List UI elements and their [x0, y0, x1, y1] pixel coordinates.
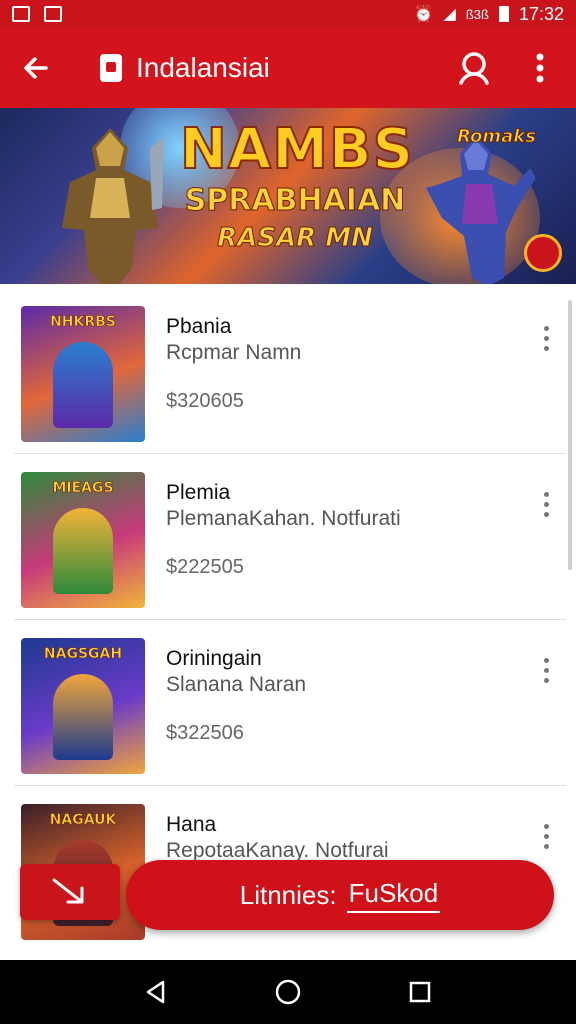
item-more-button[interactable]	[534, 318, 558, 358]
promo-banner[interactable]: NAMBS SPRABHAIAN RASAR MN Romaks	[0, 108, 576, 284]
dot	[543, 491, 549, 497]
gallery-notification-icon	[12, 6, 30, 22]
item-price: $222505	[166, 556, 244, 578]
item-more-button[interactable]	[534, 650, 558, 690]
thumbnail-character	[53, 674, 113, 760]
list-item[interactable]: MIEAGS Plemia PlemanaKahan. Notfurati $2…	[14, 454, 566, 620]
thumbnail-character	[53, 508, 113, 594]
item-thumbnail: NHKRBS	[21, 306, 145, 442]
dot	[543, 677, 549, 683]
thumbnail-title: NHKRBS	[50, 314, 116, 331]
nav-back-button[interactable]	[136, 972, 176, 1012]
item-more-button[interactable]	[534, 484, 558, 524]
share-button[interactable]	[20, 864, 120, 920]
item-thumbnail: NAGSGAH	[21, 638, 145, 774]
bottom-action-bar: Litnnies: FuSkod	[20, 860, 554, 932]
back-button[interactable]	[16, 48, 56, 88]
arrow-left-icon	[24, 57, 48, 79]
dot	[543, 833, 549, 839]
item-price: $320605	[166, 390, 244, 412]
mail-notification-icon	[44, 6, 62, 22]
clock: 17:32	[518, 3, 564, 24]
item-subtitle: Rcpmar Namn	[166, 341, 302, 364]
cta-label: Litnnies:	[239, 879, 337, 910]
system-nav-bar	[0, 960, 576, 1024]
banner-subtitle: SPRABHAIAN	[184, 183, 406, 219]
circle-home-icon	[275, 979, 301, 1005]
product-list: NHKRBS Pbania Rcpmar Namn $320605 MIEAGS…	[0, 288, 566, 952]
network-text: ß3ß	[465, 6, 489, 22]
item-more-button[interactable]	[534, 816, 558, 856]
title-group: Indalansiai	[100, 52, 270, 84]
item-thumbnail: MIEAGS	[21, 472, 145, 608]
search-button[interactable]	[454, 48, 494, 88]
list-item[interactable]: NAGSGAH Oriningain Slanana Naran $322506	[14, 620, 566, 786]
triangle-back-icon	[146, 980, 165, 1004]
app-logo-icon	[100, 54, 122, 82]
dot	[543, 667, 549, 673]
banner-tagline: RASAR MN	[217, 223, 374, 254]
page-title: Indalansiai	[136, 52, 270, 83]
app-bar: Indalansiai	[0, 28, 576, 108]
search-icon	[459, 52, 489, 85]
dot	[543, 657, 549, 663]
banner-title: NAMBS	[179, 117, 414, 183]
dot	[543, 511, 549, 517]
nav-recents-button[interactable]	[400, 972, 440, 1012]
banner-badge: Romaks	[457, 126, 537, 148]
signal-icon: ◢	[443, 6, 456, 23]
overflow-menu-button[interactable]	[520, 48, 560, 88]
thumbnail-character	[53, 342, 113, 428]
item-title: Plemia	[166, 481, 231, 504]
square-recents-icon	[409, 981, 431, 1003]
more-vertical-icon	[536, 53, 544, 83]
dot	[543, 823, 549, 829]
nav-home-button[interactable]	[268, 972, 308, 1012]
arrow-diagonal-icon	[52, 878, 84, 904]
alarm-icon: ⏰	[413, 6, 434, 23]
scrollbar[interactable]	[568, 300, 572, 570]
coin-icon	[524, 234, 562, 272]
item-price: $322506	[166, 722, 244, 744]
status-bar: ⏰ ◢ ß3ß 17:32	[0, 0, 576, 28]
item-subtitle: Slanana Naran	[166, 673, 307, 696]
dot	[543, 335, 549, 341]
item-subtitle: PlemanaKahan. Notfurati	[166, 507, 401, 530]
dot	[543, 325, 549, 331]
thumbnail-title: NAGSGAH	[43, 646, 123, 663]
primary-action-button[interactable]: Litnnies: FuSkod	[126, 860, 554, 930]
dot	[543, 345, 549, 351]
cta-value: FuSkod	[346, 878, 441, 913]
list-item[interactable]: NHKRBS Pbania Rcpmar Namn $320605	[14, 288, 566, 454]
item-title: Oriningain	[166, 647, 262, 670]
warrior-hero-image	[62, 128, 164, 284]
dot	[543, 843, 549, 849]
item-title: Pbania	[166, 315, 232, 338]
dot	[543, 501, 549, 507]
battery-icon	[498, 6, 509, 22]
thumbnail-title: NAGAUK	[49, 812, 117, 829]
item-title: Hana	[166, 813, 217, 836]
thumbnail-title: MIEAGS	[52, 480, 114, 497]
